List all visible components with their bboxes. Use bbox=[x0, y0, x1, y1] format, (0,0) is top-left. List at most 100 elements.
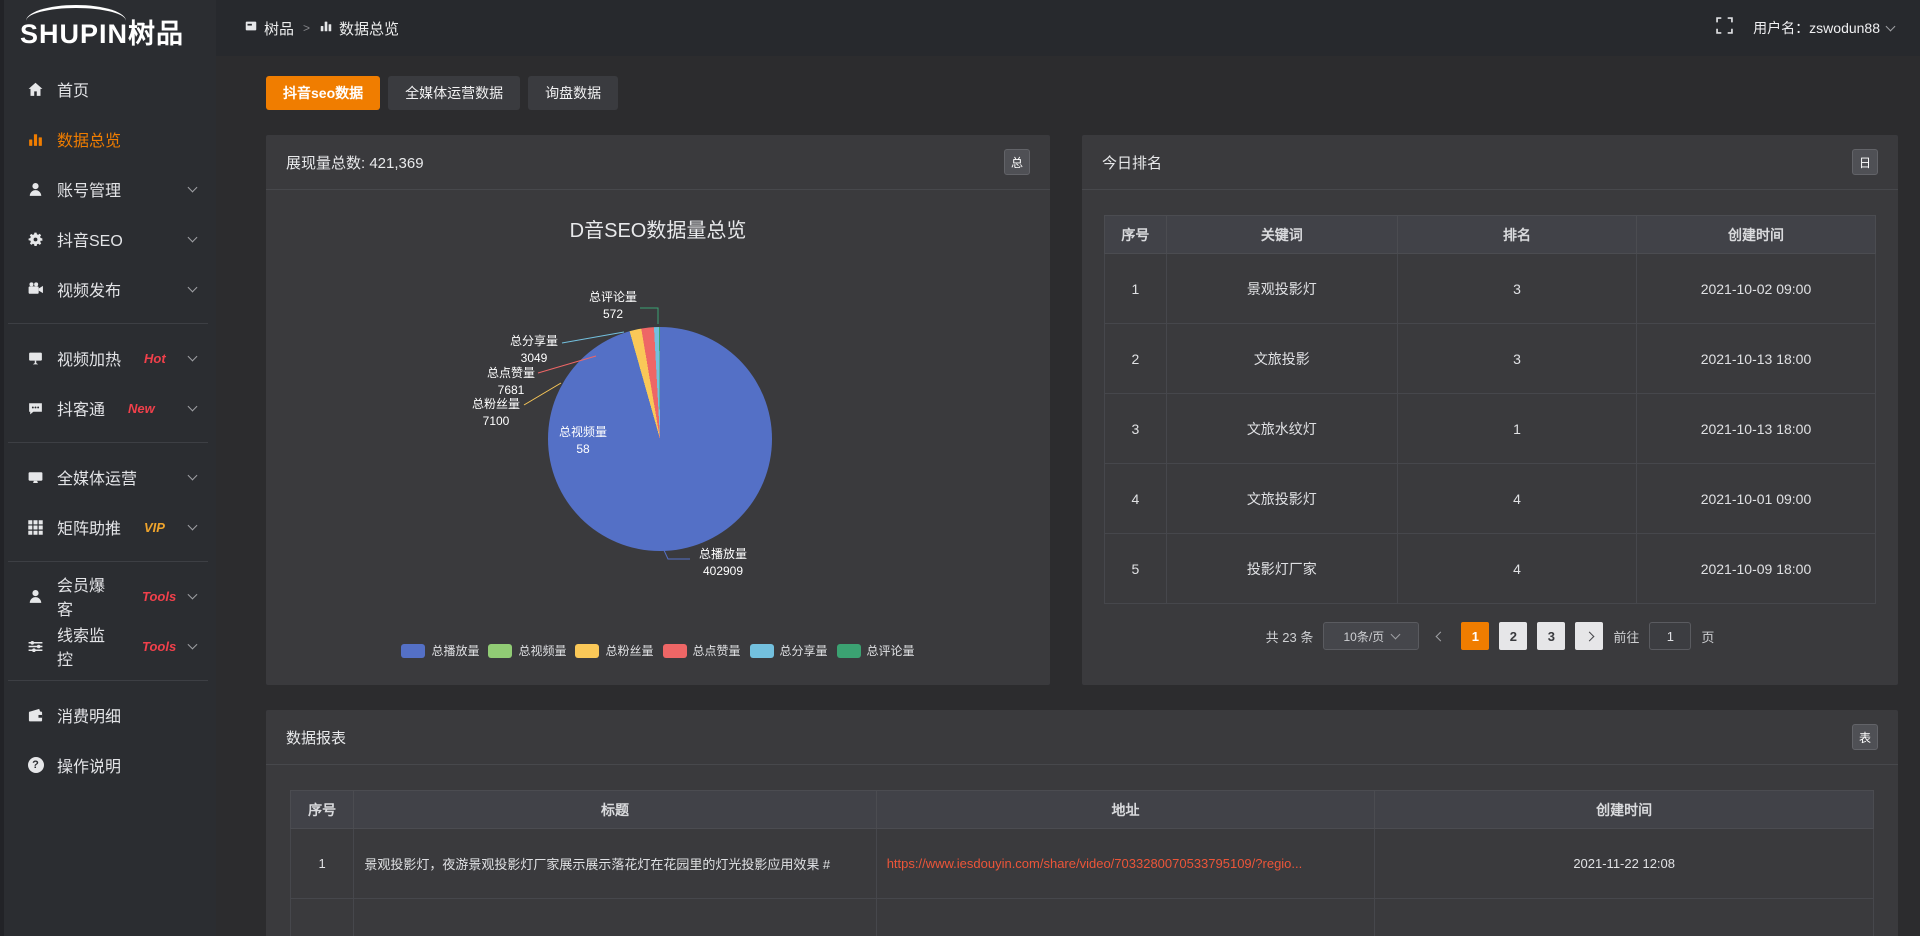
day-corner-button[interactable]: 日 bbox=[1852, 149, 1878, 175]
legend-item-likes[interactable]: 总点赞量 bbox=[663, 642, 741, 659]
breadcrumb-separator: > bbox=[303, 21, 310, 35]
sidebar-item-douketong[interactable]: 抖客通 New bbox=[0, 383, 216, 433]
sidebar-item-label: 首页 bbox=[57, 77, 89, 101]
tools-badge: Tools bbox=[142, 589, 176, 604]
sidebar-item-instructions[interactable]: ? 操作说明 bbox=[0, 740, 216, 790]
tab-douyin-seo-data[interactable]: 抖音seo数据 bbox=[266, 76, 380, 110]
chart-title: D音SEO数据量总览 bbox=[266, 214, 1050, 243]
legend-item-videos[interactable]: 总视频量 bbox=[488, 642, 566, 659]
ranking-card: 今日排名 日 序号 关键词 排名 创建时间 bbox=[1082, 135, 1898, 685]
prev-page-button[interactable] bbox=[1429, 633, 1451, 640]
goto-unit-label: 页 bbox=[1701, 627, 1714, 646]
sidebar-item-label: 数据总览 bbox=[57, 127, 121, 151]
gear-icon bbox=[27, 231, 44, 248]
chevron-down-icon bbox=[188, 182, 198, 192]
fullscreen-icon[interactable] bbox=[1716, 17, 1733, 39]
breadcrumb-label: 树品 bbox=[264, 18, 294, 39]
chart-legend: 总播放量 总视频量 总粉丝量 总点赞量 总分享量 总评论量 bbox=[266, 642, 1050, 659]
video-title-cell: 景观投影灯，夜游景观投影灯厂家展示展示落花灯在花园里的灯光投影应用效果 # bbox=[354, 829, 876, 899]
bar-chart-icon bbox=[319, 19, 333, 37]
logo-area: SHUPIN树品 bbox=[0, 0, 216, 56]
overview-card-header: 展现量总数: 421,369 总 bbox=[266, 135, 1050, 190]
report-card: 数据报表 表 序号 标题 地址 创建时间 1 景观投影灯，夜游景观投影灯 bbox=[266, 710, 1898, 936]
legend-swatch bbox=[401, 644, 425, 658]
sidebar-item-label: 消费明细 bbox=[57, 703, 121, 727]
page-size-select[interactable]: 10条/页 bbox=[1323, 622, 1419, 650]
new-badge: New bbox=[128, 401, 155, 416]
sidebar-item-omnimedia[interactable]: 全媒体运营 bbox=[0, 452, 216, 502]
pie-label-videos: 总视频量58 bbox=[543, 424, 623, 458]
video-url-link[interactable]: https://www.iesdouyin.com/share/video/70… bbox=[887, 856, 1303, 871]
sidebar-item-overview[interactable]: 数据总览 bbox=[0, 114, 216, 164]
next-page-button[interactable] bbox=[1575, 622, 1603, 650]
sidebar-item-video-publish[interactable]: 视频发布 bbox=[0, 264, 216, 314]
shupin-icon bbox=[244, 19, 258, 37]
column-header: 关键词 bbox=[1166, 216, 1397, 254]
chevron-down-icon bbox=[188, 639, 198, 649]
pie-label-plays: 总播放量402909 bbox=[678, 546, 768, 580]
sidebar-divider bbox=[8, 323, 208, 324]
breadcrumb-item-shupin[interactable]: 树品 bbox=[244, 18, 294, 39]
legend-item-comments[interactable]: 总评论量 bbox=[837, 642, 915, 659]
total-corner-button[interactable]: 总 bbox=[1004, 149, 1030, 175]
legend-item-shares[interactable]: 总分享量 bbox=[750, 642, 828, 659]
sidebar-item-label: 线索监控 bbox=[57, 622, 119, 670]
topbar: 树品 > 数据总览 用户名：zswodun88 bbox=[216, 0, 1920, 56]
sidebar-item-lead-monitor[interactable]: 线索监控 Tools bbox=[0, 621, 216, 671]
sidebar-item-member-burst[interactable]: 会员爆客 Tools bbox=[0, 571, 216, 621]
sidebar-item-accounts[interactable]: 账号管理 bbox=[0, 164, 216, 214]
column-header: 序号 bbox=[291, 791, 354, 829]
table-row: 2 文旅投影 3 2021-10-13 18:00 bbox=[1105, 324, 1876, 394]
page-button-2[interactable]: 2 bbox=[1499, 622, 1527, 650]
chevron-down-icon bbox=[1391, 629, 1401, 639]
sidebar-item-label: 抖客通 bbox=[57, 396, 105, 420]
user-icon bbox=[27, 181, 44, 198]
sidebar: 首页 数据总览 账号管理 抖音SEO 视频发布 视频加热 Hot 抖客通 New… bbox=[0, 56, 216, 936]
legend-swatch bbox=[488, 644, 512, 658]
table-row: 5 投影灯厂家 4 2021-10-09 18:00 bbox=[1105, 534, 1876, 604]
table-row: 1 景观投影灯，夜游景观投影灯厂家展示展示落花灯在花园里的灯光投影应用效果 # … bbox=[291, 829, 1874, 899]
table-header-row: 序号 关键词 排名 创建时间 bbox=[1105, 216, 1876, 254]
chevron-down-icon bbox=[188, 351, 198, 361]
column-header: 创建时间 bbox=[1375, 791, 1874, 829]
column-header: 排名 bbox=[1397, 216, 1636, 254]
sidebar-divider bbox=[8, 680, 208, 681]
legend-item-plays[interactable]: 总播放量 bbox=[401, 642, 479, 659]
sidebar-item-matrix-boost[interactable]: 矩阵助推 VIP bbox=[0, 502, 216, 552]
ranking-table: 序号 关键词 排名 创建时间 1 景观投影灯 3 2021-10-02 09:0… bbox=[1104, 215, 1876, 604]
page-button-3[interactable]: 3 bbox=[1537, 622, 1565, 650]
sidebar-item-video-heat[interactable]: 视频加热 Hot bbox=[0, 333, 216, 383]
table-header-row: 序号 标题 地址 创建时间 bbox=[291, 791, 1874, 829]
column-header: 序号 bbox=[1105, 216, 1167, 254]
username-label: 用户名：zswodun88 bbox=[1753, 18, 1880, 38]
goto-page-input[interactable] bbox=[1649, 622, 1691, 650]
page-button-1[interactable]: 1 bbox=[1461, 622, 1489, 650]
legend-item-fans[interactable]: 总粉丝量 bbox=[575, 642, 653, 659]
app-logo: SHUPIN树品 bbox=[20, 12, 184, 51]
chevron-down-icon bbox=[188, 401, 198, 411]
question-icon: ? bbox=[27, 757, 44, 774]
screen-icon bbox=[27, 350, 44, 367]
goto-label: 前往 bbox=[1613, 627, 1639, 646]
sidebar-divider bbox=[8, 442, 208, 443]
hot-badge: Hot bbox=[144, 351, 166, 366]
pie-label-likes: 总点赞量7681 bbox=[471, 365, 551, 399]
tab-omnimedia-data[interactable]: 全媒体运营数据 bbox=[388, 76, 520, 110]
pie-label-comments: 总评论量572 bbox=[573, 289, 653, 323]
breadcrumb-item-overview[interactable]: 数据总览 bbox=[319, 18, 399, 39]
sidebar-item-spend-detail[interactable]: 消费明细 bbox=[0, 690, 216, 740]
sidebar-item-douyin-seo[interactable]: 抖音SEO bbox=[0, 214, 216, 264]
grid-icon bbox=[27, 519, 44, 536]
sidebar-item-home[interactable]: 首页 bbox=[0, 64, 216, 114]
table-row: 3 文旅水纹灯 1 2021-10-13 18:00 bbox=[1105, 394, 1876, 464]
table-corner-button[interactable]: 表 bbox=[1852, 724, 1878, 750]
chevron-right-icon bbox=[1584, 631, 1594, 641]
sidebar-item-label: 账号管理 bbox=[57, 177, 121, 201]
column-header: 创建时间 bbox=[1636, 216, 1875, 254]
user-menu[interactable]: 用户名：zswodun88 bbox=[1753, 18, 1894, 38]
user-icon bbox=[27, 588, 44, 605]
tab-inquiry-data[interactable]: 询盘数据 bbox=[528, 76, 618, 110]
column-header: 标题 bbox=[354, 791, 876, 829]
breadcrumb-label: 数据总览 bbox=[339, 18, 399, 39]
sidebar-item-label: 全媒体运营 bbox=[57, 465, 137, 489]
